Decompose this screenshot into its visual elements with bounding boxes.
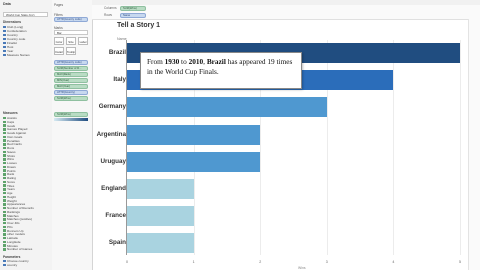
mark-label-button[interactable]: Label xyxy=(78,37,88,45)
x-tick-label: 2 xyxy=(259,260,262,264)
x-tick-label: 3 xyxy=(325,260,328,264)
annotation-text: From xyxy=(147,57,165,66)
mark-size-button[interactable]: Size xyxy=(66,37,76,45)
category-label[interactable]: France xyxy=(105,212,126,219)
mark-pill[interactable]: MAX(Rank) xyxy=(54,72,88,77)
dimensions-header: Dimensions xyxy=(3,20,22,24)
filter-pill[interactable]: ATTR(Country code) xyxy=(54,17,88,22)
mark-detail-button[interactable]: Detail xyxy=(54,47,64,55)
mark-pill[interactable]: ATTR(Country) xyxy=(54,90,88,95)
story-annotation[interactable]: From 1930 to 2010, Brazil has appeared 1… xyxy=(140,52,302,89)
gridline xyxy=(460,40,461,255)
mark-color-button[interactable]: Color xyxy=(54,37,64,45)
mark-pill[interactable]: SUM(Wins) xyxy=(54,96,88,101)
data-source-field[interactable]: World Cup Stats (inc) xyxy=(3,12,48,17)
dimension-field-label: Measure Names xyxy=(7,53,30,57)
bar-england[interactable] xyxy=(127,179,194,199)
category-label[interactable]: England xyxy=(101,185,126,192)
bar-uruguay[interactable] xyxy=(127,151,261,172)
dimension-field[interactable]: Measure Names xyxy=(3,53,30,57)
annotation-start-year: 1930 xyxy=(164,57,180,66)
category-label[interactable]: Argentina xyxy=(97,131,126,138)
marks-pane: Pages Filters ATTR(Country code) Marks B… xyxy=(52,0,93,270)
bar-spain[interactable] xyxy=(127,233,194,254)
rows-label: Rows xyxy=(104,13,112,17)
story-title: Tell a Story 1 xyxy=(117,22,161,29)
annotation-country: Brazil xyxy=(206,57,226,66)
x-axis-title: Wins xyxy=(298,266,306,270)
color-legend-title[interactable]: SUM(Wins) xyxy=(54,112,88,117)
dimension-icon xyxy=(3,263,6,267)
parameter-field-label: country xyxy=(7,263,18,267)
rows-pill[interactable]: Name xyxy=(120,13,146,18)
mark-tooltip-button[interactable]: Tooltip xyxy=(66,47,76,55)
bar-argentina[interactable] xyxy=(127,124,261,145)
data-pane-title: Data xyxy=(3,2,11,6)
mark-type-select[interactable]: Bar xyxy=(54,30,88,35)
x-tick-label: 1 xyxy=(192,260,195,264)
category-label[interactable]: Brazil xyxy=(109,49,126,56)
measures-header: Measures xyxy=(3,111,18,115)
color-legend-ramp xyxy=(54,118,88,121)
category-label[interactable]: Spain xyxy=(109,239,126,246)
data-pane: Data World Cup Stats (inc) Dimensions Cl… xyxy=(0,0,53,270)
measure-field[interactable]: Number of Games xyxy=(3,247,32,251)
gridline xyxy=(393,40,395,255)
pages-label: Pages xyxy=(54,3,64,7)
annotation-text: to xyxy=(179,57,189,66)
x-tick-label: 5 xyxy=(459,260,461,264)
x-tick-label: 0 xyxy=(126,260,128,264)
category-label[interactable]: Italy xyxy=(113,76,126,83)
mark-pill[interactable]: SUM(Number of R... xyxy=(54,66,88,71)
bar-france[interactable] xyxy=(127,206,194,227)
measure-icon xyxy=(3,248,6,251)
columns-label: Columns xyxy=(104,6,117,10)
mark-pill[interactable]: ATTR(Country code) xyxy=(54,60,88,65)
mark-pill[interactable]: MIN(Year) xyxy=(54,78,88,83)
category-label[interactable]: Uruguay xyxy=(100,158,126,165)
category-label[interactable]: Germany xyxy=(99,103,126,110)
annotation-end-year: 2010 xyxy=(188,57,204,66)
x-tick-label: 4 xyxy=(392,260,395,264)
rows-shelf[interactable]: Rows Name xyxy=(92,12,480,20)
scroll-strip[interactable] xyxy=(468,19,480,270)
bar-germany[interactable] xyxy=(127,97,327,118)
measure-field-label: Number of Games xyxy=(7,247,33,252)
columns-pill[interactable]: SUM(Wins) xyxy=(120,6,146,11)
mark-pill[interactable]: MAX(Year) xyxy=(54,84,88,89)
parameter-field[interactable]: country xyxy=(3,263,17,267)
dimension-icon xyxy=(3,53,6,57)
